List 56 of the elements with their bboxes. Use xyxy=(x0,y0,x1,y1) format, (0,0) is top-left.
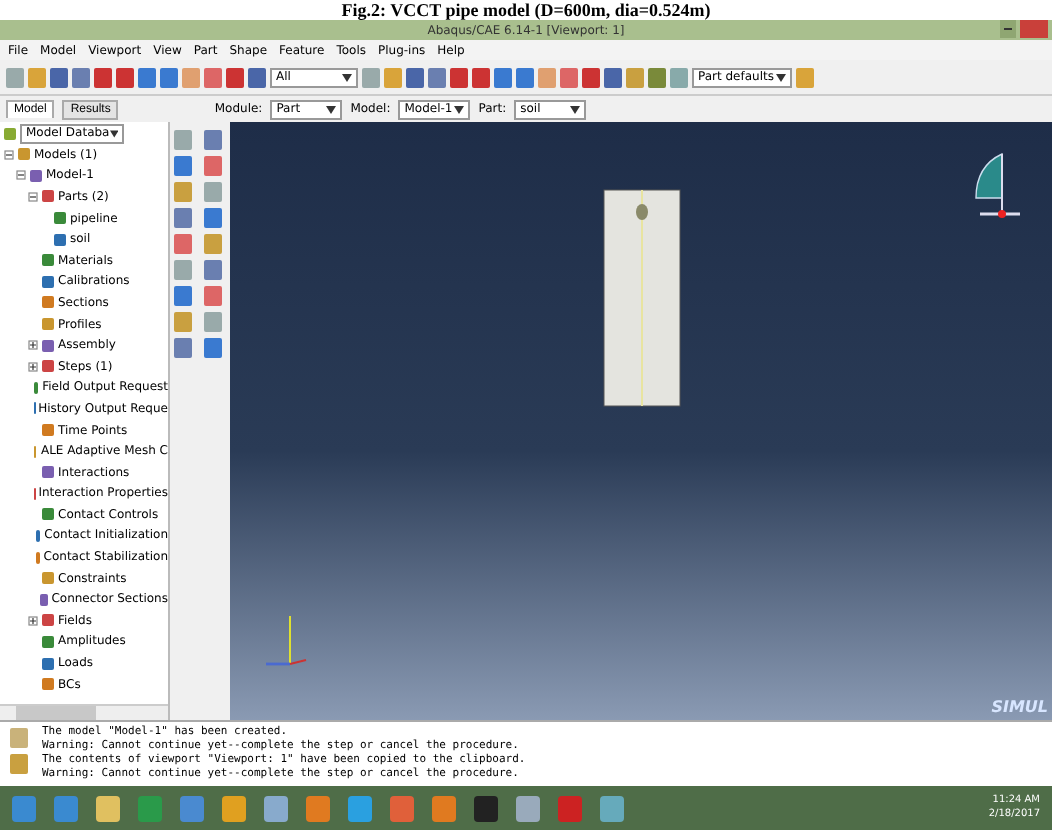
tree-node-icon xyxy=(42,466,54,479)
collapse-icon[interactable] xyxy=(4,149,14,160)
tree-node-icon xyxy=(34,381,39,394)
tree-node-icon xyxy=(42,657,54,670)
taskbar-app-icon[interactable] xyxy=(138,795,162,821)
tree-node-icon xyxy=(42,424,54,437)
tree-node-icon xyxy=(42,190,54,203)
tree-node-icon xyxy=(42,275,54,288)
taskbar-app-icon[interactable] xyxy=(348,795,372,821)
tree-node-icon xyxy=(18,148,30,161)
tree-node-icon xyxy=(42,296,54,309)
caret-icon[interactable] xyxy=(326,105,337,113)
tree-node-icon xyxy=(42,678,54,691)
taskbar-app-icon[interactable] xyxy=(180,795,204,821)
taskbar-app-icon[interactable] xyxy=(474,795,498,821)
caret-icon[interactable] xyxy=(109,129,118,137)
scrollbar-thumb[interactable] xyxy=(16,706,96,720)
caret-icon[interactable] xyxy=(570,105,581,113)
tree-node-icon xyxy=(42,360,54,373)
message-area-icon[interactable] xyxy=(9,728,27,748)
tree-node-icon xyxy=(42,339,54,352)
tree-node-icon xyxy=(54,212,66,225)
caret-icon[interactable] xyxy=(342,73,352,81)
figure-caption: Fig.2: VCCT pipe model (D=600m, dia=0.524m) xyxy=(339,0,713,20)
tree-node-icon xyxy=(42,254,54,267)
taskbar-app-icon[interactable] xyxy=(306,795,330,821)
tree-node-icon xyxy=(54,233,66,246)
taskbar-app-icon[interactable] xyxy=(54,795,78,821)
expand-icon[interactable] xyxy=(28,340,38,351)
collapse-icon[interactable] xyxy=(28,191,38,202)
taskbar-app-icon[interactable] xyxy=(222,795,246,821)
tree-node-icon xyxy=(35,551,40,564)
tree-node-icon xyxy=(42,572,54,585)
tree-node-icon xyxy=(39,593,48,606)
taskbar-app-icon[interactable] xyxy=(390,795,414,821)
brand-logo-text: SIMUL xyxy=(991,698,1048,716)
tree-node-icon xyxy=(42,635,54,648)
collapse-icon[interactable] xyxy=(16,170,26,181)
caret-icon[interactable] xyxy=(454,105,465,113)
taskbar-app-icon[interactable] xyxy=(264,795,288,821)
taskbar-app-icon[interactable] xyxy=(432,795,456,821)
minimize-button[interactable] xyxy=(1000,20,1016,38)
tree-node-icon xyxy=(42,508,54,521)
expand-icon[interactable] xyxy=(28,615,38,626)
caret-icon[interactable] xyxy=(776,73,786,81)
tree-node-icon xyxy=(35,529,41,542)
taskbar-app-icon[interactable] xyxy=(600,795,624,821)
taskbar-app-icon[interactable] xyxy=(12,795,36,821)
taskbar-app-icon[interactable] xyxy=(96,795,120,821)
taskbar-app-icon[interactable] xyxy=(516,795,540,821)
tree-node-icon xyxy=(30,169,42,182)
minimize-icon xyxy=(1004,28,1012,30)
expand-icon[interactable] xyxy=(28,361,38,372)
tree-node-icon xyxy=(42,614,54,627)
database-icon xyxy=(4,127,16,139)
tree-node-icon xyxy=(42,318,54,331)
